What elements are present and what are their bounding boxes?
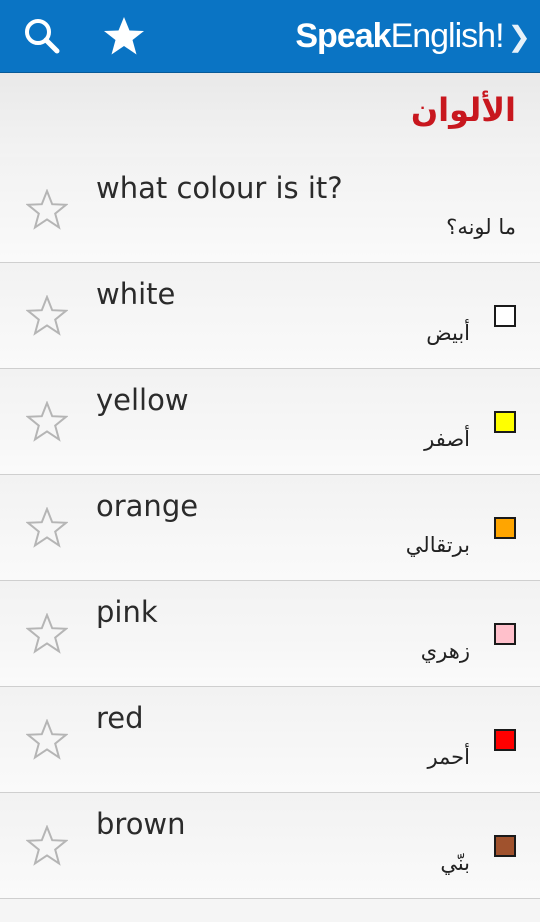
star-outline-icon[interactable] bbox=[26, 507, 68, 549]
arabic-translation: ما لونه؟ bbox=[446, 215, 516, 239]
list-item[interactable]: orange برتقالي bbox=[0, 475, 540, 581]
star-outline-icon[interactable] bbox=[26, 825, 68, 867]
arabic-translation: أصفر bbox=[424, 427, 470, 451]
arabic-translation: بنّي bbox=[440, 851, 470, 875]
color-swatch bbox=[494, 623, 516, 645]
list-item[interactable]: pink زهري bbox=[0, 581, 540, 687]
star-outline-icon[interactable] bbox=[26, 189, 68, 231]
search-icon bbox=[25, 19, 60, 54]
chevron-right-icon: ❯ bbox=[507, 20, 531, 52]
english-phrase: white bbox=[96, 277, 176, 311]
english-phrase: what colour is it? bbox=[96, 171, 343, 205]
brand-regular-text: English! bbox=[390, 16, 505, 55]
app-brand-logo[interactable]: Speak English! ❯ bbox=[295, 14, 531, 58]
search-button[interactable] bbox=[16, 10, 68, 62]
english-phrase: orange bbox=[96, 489, 199, 523]
list-item[interactable]: what colour is it? ما لونه؟ bbox=[0, 157, 540, 263]
arabic-translation: برتقالي bbox=[405, 533, 470, 557]
color-swatch bbox=[494, 517, 516, 539]
top-app-bar: Speak English! ❯ bbox=[0, 0, 540, 73]
list-item[interactable]: yellow أصفر bbox=[0, 369, 540, 475]
english-phrase: pink bbox=[96, 595, 158, 629]
english-phrase: red bbox=[96, 701, 144, 735]
arabic-translation: زهري bbox=[420, 639, 470, 663]
section-header: الألوان bbox=[0, 73, 540, 157]
star-outline-icon[interactable] bbox=[26, 401, 68, 443]
star-outline-icon[interactable] bbox=[26, 295, 68, 337]
color-swatch bbox=[494, 835, 516, 857]
color-swatch bbox=[494, 411, 516, 433]
favorites-button[interactable] bbox=[98, 10, 150, 62]
list-item[interactable]: brown بنّي bbox=[0, 793, 540, 899]
arabic-translation: أبيض bbox=[426, 321, 470, 345]
brand-bold-text: Speak bbox=[295, 16, 391, 55]
list-item[interactable]: red أحمر bbox=[0, 687, 540, 793]
list-item[interactable]: white أبيض bbox=[0, 263, 540, 369]
phrase-list: what colour is it? ما لونه؟ white أبيض y… bbox=[0, 157, 540, 899]
english-phrase: brown bbox=[96, 807, 186, 841]
color-swatch bbox=[494, 305, 516, 327]
section-title: الألوان bbox=[410, 91, 516, 129]
english-phrase: yellow bbox=[96, 383, 189, 417]
star-icon bbox=[104, 17, 144, 55]
arabic-translation: أحمر bbox=[427, 745, 470, 769]
color-swatch bbox=[494, 729, 516, 751]
star-outline-icon[interactable] bbox=[26, 719, 68, 761]
star-outline-icon[interactable] bbox=[26, 613, 68, 655]
